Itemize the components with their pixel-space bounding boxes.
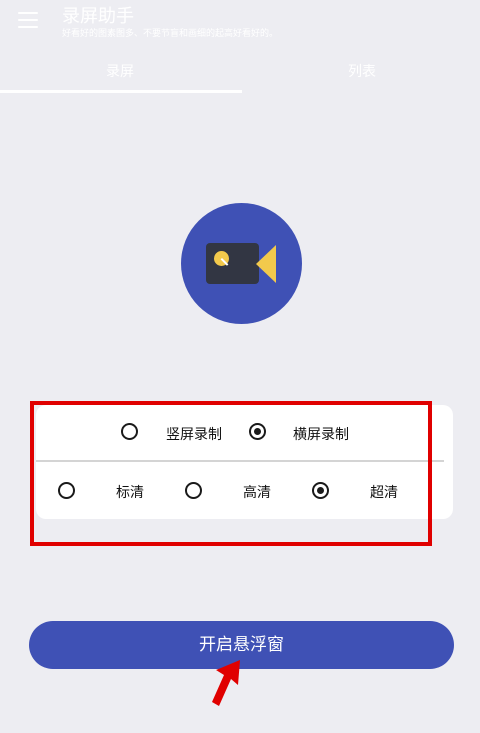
- tab-list[interactable]: 列表: [242, 56, 480, 94]
- highlight-box: [30, 401, 432, 546]
- menu-icon[interactable]: [18, 12, 38, 28]
- active-tab-indicator: [0, 90, 242, 93]
- tab-record[interactable]: 录屏: [0, 56, 240, 94]
- camera-viewfinder: [256, 245, 276, 283]
- app-subtitle: 好看好的图素图多、不要节盲和画细的起高好看好的。: [62, 29, 279, 39]
- app-title: 录屏助手: [62, 6, 134, 27]
- tab-bar: 录屏 列表: [0, 56, 480, 94]
- camera-body: [206, 243, 259, 284]
- red-arrow-icon: [212, 660, 240, 706]
